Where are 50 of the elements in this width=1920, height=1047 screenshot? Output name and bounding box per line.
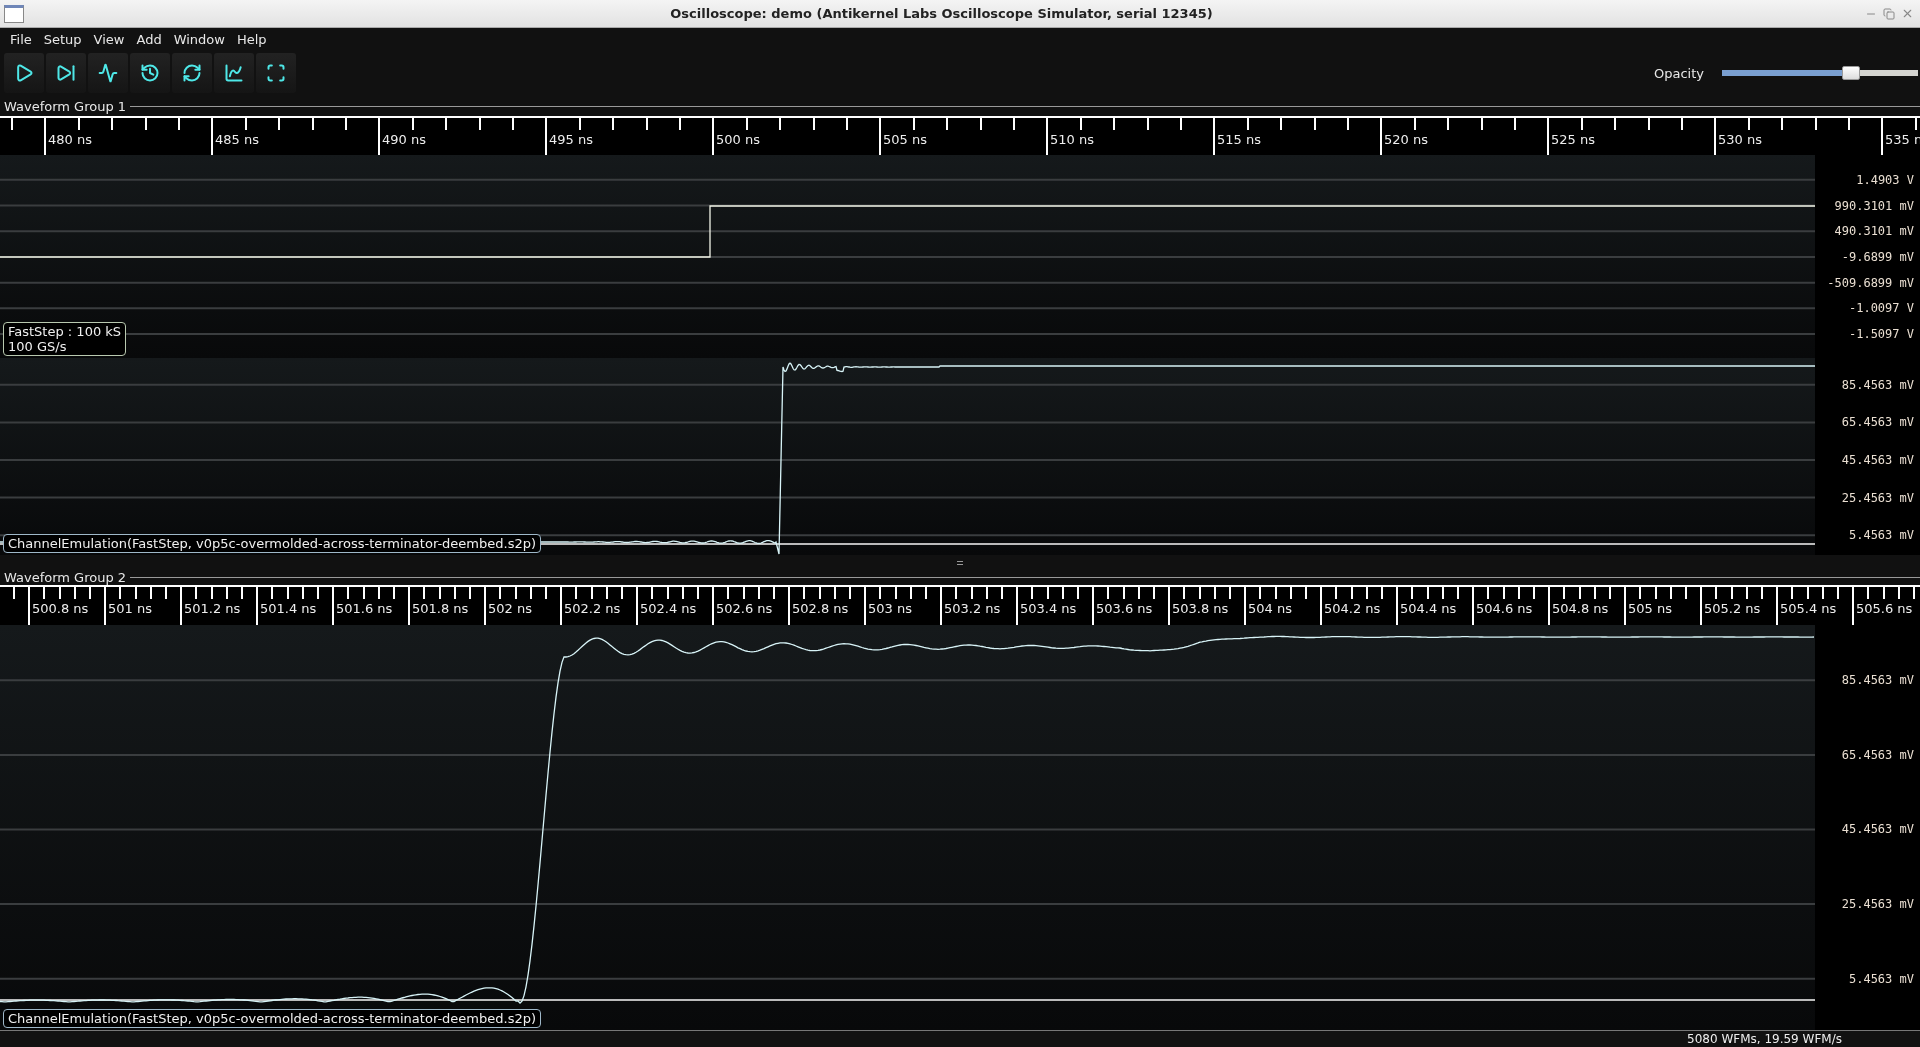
history-icon [140,63,160,83]
axis-label: 5.4563 mV [1847,970,1915,988]
axis-label: 1.4903 V [1855,171,1915,189]
splitter-grip-icon[interactable] [957,560,963,565]
toolbar-button[interactable] [172,53,212,93]
axis-label: 990.3101 mV [1833,197,1915,215]
fullscreen-icon [266,63,286,83]
group-title: Waveform Group 2 [4,570,127,585]
axis-label: -1.0097 V [1847,300,1915,318]
opacity-label: Opacity [1654,65,1704,81]
window-title: Oscilloscope: demo (Antikernel Labs Oscilloscope Simulator, serial 12345) [669,6,1214,21]
toolbar-button[interactable] [130,53,170,93]
axis-label: -9.6899 mV [1840,248,1915,266]
axis-label: 25.4563 mV [1840,489,1915,507]
step-icon [56,63,76,83]
play-icon [14,63,34,83]
menu-item[interactable]: Add [130,31,168,47]
menu-item[interactable]: Help [230,31,273,47]
waveform-icon [98,63,118,83]
axis-label: 85.4563 mV [1840,672,1915,690]
slider-thumb[interactable] [1842,66,1861,80]
toolbar-button[interactable] [256,53,296,93]
axis-label: 65.4563 mV [1840,746,1915,764]
toolbar-button[interactable] [214,53,254,93]
toolbar-button[interactable] [88,53,128,93]
menu-item[interactable]: View [87,31,131,47]
channel-label[interactable]: FastStep : 100 kS 100 GS/s [3,322,127,356]
axis-label: 45.4563 mV [1840,821,1915,839]
axis-label: 25.4563 mV [1840,896,1915,914]
axis-label: 65.4563 mV [1840,414,1915,432]
refresh-icon [182,63,202,83]
channel-label[interactable]: ChannelEmulation(FastStep, v0p5c-overmolded-across-terminator-deembed.s2p) [3,1009,541,1028]
window-icon [4,4,24,23]
axis-label: -509.6899 mV [1826,274,1915,292]
close-icon[interactable] [1901,7,1914,20]
axis-label: 85.4563 mV [1840,376,1915,394]
menu-item[interactable]: Window [167,31,231,47]
group-title: Waveform Group 1 [4,98,127,114]
axis-label: 490.3101 mV [1833,223,1915,241]
axis-label: -1.5097 V [1847,325,1915,343]
menu-item[interactable]: File [4,31,38,47]
opacity-slider[interactable] [1722,65,1918,81]
axis-label: 45.4563 mV [1840,452,1915,469]
chart-icon [224,63,244,83]
toolbar-button[interactable] [4,53,44,93]
status-text: 5080 WFMs, 19.59 WFM/s [0,1030,1920,1047]
channel-label[interactable]: ChannelEmulation(FastStep, v0p5c-overmolded-across-terminator-deembed.s2p) [3,534,541,553]
toolbar-button[interactable] [46,53,86,93]
axis-label: 5.4563 mV [1847,527,1915,545]
menu-item[interactable]: Setup [37,31,88,47]
